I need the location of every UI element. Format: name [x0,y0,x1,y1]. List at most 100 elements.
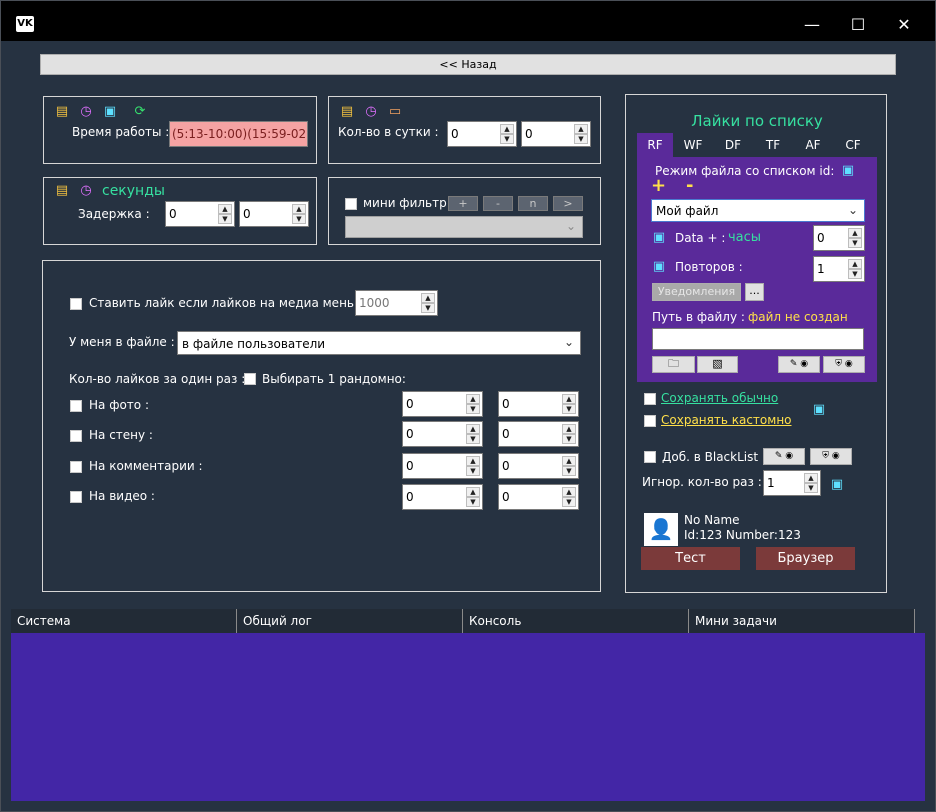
log-tab-console[interactable]: Консоль [463,609,689,633]
like-if-less-spin[interactable]: 1000 ▲ ▼ [355,290,438,316]
browser-button[interactable]: Браузер [756,547,855,570]
photo-checkbox[interactable] [70,400,82,412]
log-tab-system[interactable]: Система [11,609,237,633]
spin-down-icon[interactable]: ▼ [848,269,862,279]
bus-icon[interactable]: ▣ [651,230,667,246]
open-folder-button[interactable]: 🗀 [652,356,695,373]
tab-df[interactable]: DF [715,133,751,157]
spin-down-icon[interactable]: ▼ [466,434,480,444]
spin-down-icon[interactable]: ▼ [562,497,576,507]
spin-down-icon[interactable]: ▼ [574,134,588,144]
photo-spin-2[interactable]: 0 ▲ ▼ [498,391,579,417]
notifications-button[interactable]: Уведомления [652,283,741,301]
random-checkbox[interactable] [244,373,256,385]
save-normal-checkbox[interactable] [644,393,656,405]
edit-file-button[interactable]: ▧ [697,356,738,373]
remove-minus-button[interactable]: - [686,175,693,196]
log-tab-general[interactable]: Общий лог [237,609,463,633]
wall-spin-1[interactable]: 0 ▲ ▼ [402,421,483,447]
video-spin-1[interactable]: 0 ▲ ▼ [402,484,483,510]
comments-checkbox[interactable] [70,461,82,473]
spin-up-icon[interactable]: ▲ [466,394,480,404]
filter-minus-button[interactable]: - [483,196,513,211]
blacklist-checkbox[interactable] [644,451,656,463]
clock-icon[interactable]: ◷ [78,104,94,120]
bus-icon[interactable]: ▣ [840,163,856,179]
document-icon[interactable]: ▤ [54,104,70,120]
add-plus-button[interactable]: + [651,175,666,196]
avatar[interactable]: 👤 [644,513,678,546]
view-button[interactable]: ✎ ◉ [778,356,820,373]
blacklist-admin-button[interactable]: ⛨ ◉ [810,448,852,465]
spin-up-icon[interactable]: ▲ [218,204,232,214]
tab-af[interactable]: AF [795,133,831,157]
wall-checkbox[interactable] [70,430,82,442]
maximize-button[interactable]: ☐ [835,9,881,41]
spin-up-icon[interactable]: ▲ [500,124,514,134]
spin-down-icon[interactable]: ▼ [562,434,576,444]
spin-up-icon[interactable]: ▲ [848,259,862,269]
clock-icon[interactable]: ◷ [78,183,94,199]
spin-down-icon[interactable]: ▼ [466,404,480,414]
spin-up-icon[interactable]: ▲ [466,424,480,434]
spin-down-icon[interactable]: ▼ [804,483,818,493]
spin-up-icon[interactable]: ▲ [292,204,306,214]
tab-tf[interactable]: TF [755,133,791,157]
filter-n-button[interactable]: n [518,196,548,211]
bus-icon[interactable]: ▣ [651,259,667,275]
file-select[interactable]: Мой файл ⌄ [651,199,865,222]
tab-cf[interactable]: CF [835,133,871,157]
log-tab-mini-tasks[interactable]: Мини задачи [689,609,915,633]
filter-plus-button[interactable]: + [448,196,478,211]
daily-count-spin-1[interactable]: 0 ▲ ▼ [447,121,517,147]
log-area[interactable] [11,633,925,801]
spin-down-icon[interactable]: ▼ [562,466,576,476]
blacklist-view-button[interactable]: ✎ ◉ [763,448,805,465]
file-mode-select[interactable]: в файле пользователи ⌄ [177,331,581,355]
spin-down-icon[interactable]: ▼ [421,303,435,313]
filter-next-button[interactable]: > [553,196,583,211]
repeats-spin[interactable]: 1 ▲ ▼ [813,256,865,282]
work-time-input[interactable]: (5:13-10:00)(15:59-02 [169,121,308,147]
clock-icon[interactable]: ◷ [363,104,379,120]
save-normal-link[interactable]: Сохранять обычно [661,391,778,405]
spin-down-icon[interactable]: ▼ [466,466,480,476]
test-button[interactable]: Тест [641,547,740,570]
save-custom-link[interactable]: Сохранять кастомно [661,413,792,427]
save-custom-checkbox[interactable] [644,415,656,427]
daily-count-spin-2[interactable]: 0 ▲ ▼ [521,121,591,147]
close-button[interactable]: ✕ [881,9,927,41]
video-checkbox[interactable] [70,491,82,503]
back-button[interactable]: << Назад [40,54,896,75]
ignore-count-spin[interactable]: 1 ▲ ▼ [763,470,821,496]
spin-down-icon[interactable]: ▼ [562,404,576,414]
spin-down-icon[interactable]: ▼ [466,497,480,507]
data-plus-spin[interactable]: 0 ▲ ▼ [813,225,865,251]
path-input[interactable] [652,328,864,350]
admin-view-button[interactable]: ⛨ ◉ [823,356,865,373]
document-icon[interactable]: ▤ [54,183,70,199]
spin-up-icon[interactable]: ▲ [466,487,480,497]
spin-up-icon[interactable]: ▲ [804,473,818,483]
comments-spin-1[interactable]: 0 ▲ ▼ [402,453,483,479]
bus-icon[interactable]: ▣ [102,104,118,120]
spin-up-icon[interactable]: ▲ [421,293,435,303]
terminal-icon[interactable]: ▭ [387,104,403,120]
refresh-icon[interactable]: ⟳ [132,104,148,120]
tab-rf[interactable]: RF [637,133,673,157]
like-if-less-checkbox[interactable] [70,298,82,310]
delay-spin-2[interactable]: 0 ▲ ▼ [239,201,309,227]
bus-icon[interactable]: ▣ [829,477,845,493]
comments-spin-2[interactable]: 0 ▲ ▼ [498,453,579,479]
spin-up-icon[interactable]: ▲ [848,228,862,238]
bus-icon[interactable]: ▣ [811,402,827,418]
spin-down-icon[interactable]: ▼ [848,238,862,248]
mini-filter-select[interactable]: ⌄ [345,216,583,238]
spin-up-icon[interactable]: ▲ [466,456,480,466]
minimize-button[interactable]: — [789,9,835,41]
wall-spin-2[interactable]: 0 ▲ ▼ [498,421,579,447]
mini-filter-checkbox[interactable] [345,198,357,210]
more-button[interactable]: ... [745,283,764,301]
spin-down-icon[interactable]: ▼ [500,134,514,144]
video-spin-2[interactable]: 0 ▲ ▼ [498,484,579,510]
